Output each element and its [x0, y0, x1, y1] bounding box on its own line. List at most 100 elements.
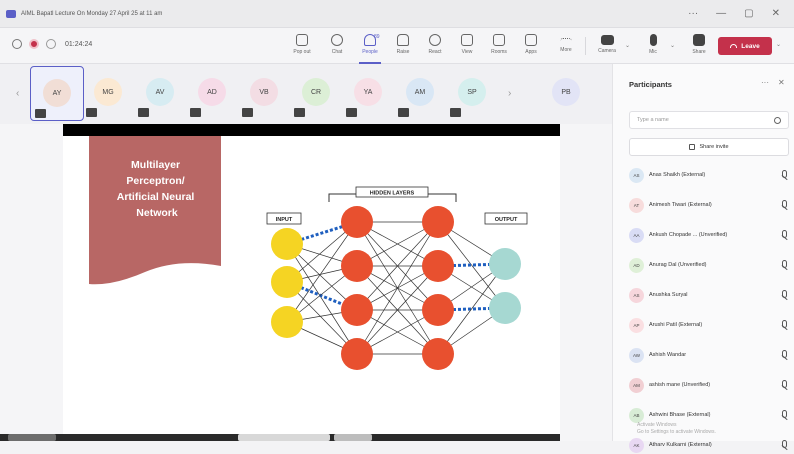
- apps-button[interactable]: Apps: [518, 33, 544, 59]
- hidden-neuron: [341, 250, 373, 282]
- strip-prev-chevron-icon[interactable]: ‹: [16, 88, 19, 99]
- hidden-layers-label: HIDDEN LAYERS: [370, 191, 415, 197]
- slide-title-line: Artificial Neural: [117, 191, 195, 203]
- participant-tile[interactable]: AD: [186, 66, 240, 121]
- avatar: PB: [552, 78, 580, 106]
- participant-tile[interactable]: AY: [30, 66, 84, 121]
- participant-tile[interactable]: MG: [82, 66, 136, 121]
- participant-tile[interactable]: CR: [290, 66, 344, 121]
- phone-icon: [730, 44, 738, 48]
- participant-row[interactable]: AA Ankush Chopade ... (Unverified): [629, 226, 794, 244]
- mic-button[interactable]: Mic: [640, 33, 666, 59]
- panel-title: Participants: [629, 80, 672, 89]
- participant-tile[interactable]: AM: [394, 66, 448, 121]
- muted-mic-icon: [782, 290, 787, 298]
- input-neuron: [271, 306, 303, 338]
- participant-avatar: AB: [629, 407, 644, 423]
- recording-indicator-icon: [29, 39, 39, 49]
- hand-icon: [397, 34, 409, 46]
- more-options-icon[interactable]: ···: [688, 8, 698, 19]
- participant-name: Atharv Kulkarni (External): [649, 442, 712, 448]
- hidden-neuron: [422, 338, 454, 370]
- participant-tile[interactable]: VB: [238, 66, 292, 121]
- participant-name: Anurag Dal (Unverified): [649, 262, 707, 268]
- participant-name: ashish mane (Unverified): [649, 382, 711, 388]
- participant-name: Ashish Wandar: [649, 352, 687, 358]
- participant-row[interactable]: AM ashish mane (Unverified): [629, 376, 794, 394]
- camera-button[interactable]: Camera: [594, 33, 620, 59]
- participants-panel: Participants ··· ✕ Type a name Share inv…: [612, 64, 794, 453]
- participant-name: Anushka Suryal: [649, 292, 688, 298]
- participant-row[interactable]: AP Arushi Patil (External): [629, 316, 794, 334]
- react-button[interactable]: React: [422, 33, 448, 59]
- participant-avatar: AM: [629, 377, 644, 393]
- pop-out-icon: [296, 34, 308, 46]
- mic-icon: [649, 34, 657, 46]
- pause-recording-icon[interactable]: [12, 39, 22, 49]
- hidden-neuron: [422, 250, 454, 282]
- muted-mic-icon: [138, 108, 149, 117]
- participant-row[interactable]: AW Ashish Wandar: [629, 346, 794, 364]
- search-placeholder: Type a name: [637, 117, 669, 123]
- participant-tile[interactable]: SP: [446, 66, 500, 121]
- hidden-neuron: [341, 206, 373, 238]
- leave-options-chevron-icon[interactable]: ⌄: [776, 41, 781, 48]
- panel-more-icon[interactable]: ···: [761, 78, 769, 87]
- pop-out-button[interactable]: Pop out: [289, 33, 315, 59]
- panel-close-icon[interactable]: ✕: [778, 78, 785, 87]
- raise-hand-button[interactable]: Raise: [390, 33, 416, 59]
- participant-tile[interactable]: YA: [342, 66, 396, 121]
- watermark-line: Go to Settings to activate Windows.: [637, 429, 716, 435]
- muted-mic-icon: [782, 350, 787, 358]
- meeting-window: AIML Bapatl Lecture On Monday 27 April 2…: [0, 0, 794, 453]
- share-button[interactable]: Share: [686, 33, 712, 59]
- close-icon[interactable]: ✕: [772, 8, 780, 19]
- rooms-button[interactable]: Rooms: [486, 33, 512, 59]
- hidden-neuron: [422, 294, 454, 326]
- people-button[interactable]: 89 People: [357, 33, 383, 64]
- chat-button[interactable]: Chat: [324, 33, 350, 59]
- hidden-neuron: [341, 294, 373, 326]
- share-invite-button[interactable]: Share invite: [629, 138, 789, 156]
- muted-mic-icon: [35, 109, 46, 118]
- participant-tile[interactable]: AV: [134, 66, 188, 121]
- avatar: YA: [354, 78, 382, 106]
- leave-button[interactable]: Leave: [718, 37, 772, 55]
- view-button[interactable]: View: [454, 33, 480, 59]
- participant-row[interactable]: AK Atharv Kulkarni (External): [629, 436, 794, 454]
- avatar: AY: [43, 79, 71, 107]
- share-screen-icon: [693, 34, 705, 46]
- muted-mic-icon: [782, 200, 787, 208]
- participant-row[interactable]: AS Anushka Suryal: [629, 286, 794, 304]
- search-icon: [774, 117, 781, 124]
- camera-icon: [600, 35, 614, 45]
- muted-mic-icon: [450, 108, 461, 117]
- avatar: SP: [458, 78, 486, 106]
- slide-letterbox-top: [63, 124, 560, 136]
- input-neuron: [271, 266, 303, 298]
- participant-avatar: AS: [629, 287, 644, 303]
- participant-avatar: AW: [629, 347, 644, 363]
- participant-name: Anas Shaikh (External): [649, 172, 706, 178]
- participant-avatar: AD: [629, 257, 644, 273]
- muted-mic-icon: [782, 440, 787, 448]
- participant-row[interactable]: AS Anas Shaikh (External): [629, 166, 794, 184]
- meeting-timer: 01:24:24: [65, 40, 93, 48]
- take-control-chip[interactable]: [334, 434, 372, 441]
- mic-options-chevron-icon[interactable]: ⌄: [670, 42, 675, 49]
- participant-search-input[interactable]: Type a name: [629, 111, 789, 129]
- strip-next-chevron-icon[interactable]: ›: [508, 88, 511, 99]
- muted-mic-icon: [782, 230, 787, 238]
- overflow-participant-tile[interactable]: PB: [540, 66, 594, 121]
- more-button[interactable]: More: [553, 33, 579, 59]
- minimize-icon[interactable]: —: [716, 8, 726, 19]
- maximize-icon[interactable]: ▢: [744, 8, 753, 19]
- chat-icon: [331, 34, 343, 46]
- smile-icon: [429, 34, 441, 46]
- participant-row[interactable]: AT Animesh Tiwari (External): [629, 196, 794, 214]
- stop-recording-icon[interactable]: [46, 39, 56, 49]
- participant-row[interactable]: AD Anurag Dal (Unverified): [629, 256, 794, 274]
- muted-mic-icon: [398, 108, 409, 117]
- presentation-control-bar[interactable]: [238, 434, 330, 441]
- camera-options-chevron-icon[interactable]: ⌄: [625, 42, 630, 49]
